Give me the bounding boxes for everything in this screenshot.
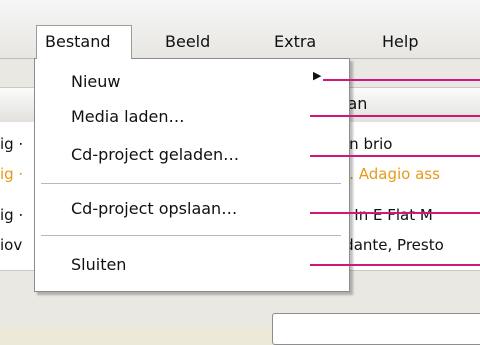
menu-separator xyxy=(41,183,341,184)
list-item[interactable]: ig ⋅ xyxy=(0,206,23,224)
menu-bestand[interactable]: Bestand xyxy=(36,25,132,59)
menu-extra[interactable]: Extra xyxy=(274,32,316,51)
menu-separator xyxy=(41,235,341,236)
list-item[interactable]: e. Adagio ass xyxy=(340,165,440,183)
menu-help[interactable]: Help xyxy=(382,32,418,51)
list-item[interactable]: 3 In E Flat M xyxy=(340,206,433,224)
menu-item-cd-project-save[interactable]: Cd-project opslaan… xyxy=(71,199,237,218)
bottom-input[interactable] xyxy=(272,313,480,345)
list-item[interactable]: ig ⋅ xyxy=(0,165,23,183)
menu-item-new-label: Nieuw xyxy=(71,72,121,91)
callout-line xyxy=(310,212,480,214)
callout-line xyxy=(310,264,480,266)
callout-line xyxy=(310,155,480,157)
list-item[interactable]: iov xyxy=(0,236,22,254)
callout-line xyxy=(310,115,480,117)
menu-item-cd-project-loaded[interactable]: Cd-project geladen… xyxy=(71,145,239,164)
menu-item-close[interactable]: Sluiten xyxy=(71,255,126,274)
callout-line xyxy=(323,79,480,81)
list-item[interactable]: idante, Presto xyxy=(340,236,444,254)
list-item[interactable]: ig ⋅ xyxy=(0,135,23,153)
file-menu-dropdown: Nieuw ▶ Media laden… Cd-project geladen…… xyxy=(34,58,350,292)
menu-bar: Bestand Beeld Extra Help xyxy=(0,0,480,59)
menu-item-load-media[interactable]: Media laden… xyxy=(71,107,185,126)
menu-item-new[interactable]: Nieuw xyxy=(71,72,120,91)
submenu-arrow-icon: ▶ xyxy=(313,69,322,82)
menu-beeld[interactable]: Beeld xyxy=(165,32,210,51)
